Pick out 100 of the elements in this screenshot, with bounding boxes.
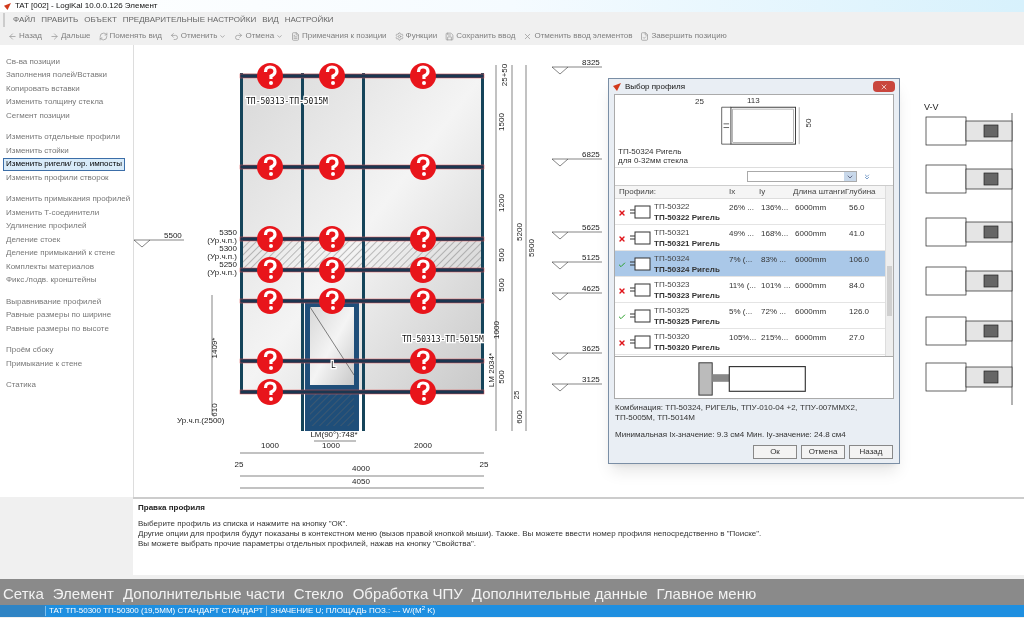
dimension-label: 25 <box>512 390 521 400</box>
small-dimension-label: 25 <box>695 96 704 108</box>
column-header[interactable]: Профили: <box>615 186 729 198</box>
ix-cell-text: 7% (... <box>729 254 754 266</box>
info-text: Вы можете выбрать прочие параметры отдельных профилей, нажав на кнопку "Свойства". <box>138 539 477 549</box>
profile-thumbnail-icon <box>629 308 651 324</box>
dialog-button[interactable]: Ок <box>753 445 797 459</box>
sidebar-item[interactable]: Примыкание к стене <box>3 357 86 371</box>
sidebar-item[interactable]: Изменить примыкания профилей <box>3 192 134 206</box>
sidebar-item[interactable]: Изменить толщину стекла <box>3 95 107 109</box>
ix-cell-text: 49% ... <box>729 228 755 240</box>
sidebar-item[interactable]: Сегмент позиции <box>3 109 73 123</box>
iy-cell-text: 168%... <box>760 228 790 240</box>
question-mark-icon <box>319 288 345 314</box>
ix-cell-text: 5% (... <box>729 306 754 318</box>
profile-name: ТП-50320 Ригель <box>654 343 721 353</box>
sidebar-item[interactable]: Удлинение профилей <box>3 219 90 233</box>
question-mark-icon <box>319 226 345 252</box>
length-cell-text: 6000mm <box>794 306 828 318</box>
level-note: 5300 <box>219 244 237 253</box>
length-cell-text: 6000mm <box>794 228 828 240</box>
profile-code: ТП-50323 <box>654 280 691 289</box>
dimension-label: 5900 <box>527 239 536 257</box>
sidebar-item[interactable]: Статика <box>3 378 39 392</box>
dimension-label: 25 <box>234 460 244 469</box>
sidebar-item[interactable]: Фикс./подв. кронштейны <box>3 273 100 287</box>
menu-item[interactable]: ФАЙЛ <box>13 14 36 26</box>
depth-cell-text: 56.0 <box>848 202 866 214</box>
dimension-label: 1500 <box>497 113 506 131</box>
close-button[interactable] <box>873 81 895 92</box>
sidebar-item[interactable]: Равные размеры по высоте <box>3 322 112 336</box>
sidebar-item[interactable]: Изменить отдельные профили <box>3 130 123 144</box>
column-header[interactable]: Iy <box>759 186 793 198</box>
window-title: TAT [002] - LogiKal 10.0.0.126 Элемент <box>15 1 158 11</box>
dimension-label: 5200 <box>515 223 524 241</box>
left-arrow-icon <box>8 31 17 41</box>
level-label: 4625 <box>582 284 600 293</box>
menu-item[interactable]: ВИД <box>262 14 279 26</box>
bottom-tab[interactable]: Дополнительные данные <box>471 585 648 602</box>
level-note: 5350 <box>219 228 237 237</box>
level-label: 5125 <box>582 253 600 262</box>
scrollbar[interactable] <box>885 186 893 356</box>
search-combobox[interactable] <box>747 171 857 182</box>
bottom-tab[interactable]: Стекло <box>293 585 344 602</box>
bottom-tab[interactable]: Дополнительные части <box>122 585 285 602</box>
level-marker-drawing <box>551 261 603 270</box>
sidebar-item[interactable]: Комплекты материалов <box>3 260 97 274</box>
sidebar-item[interactable]: Заполнения полей/Вставки <box>3 68 110 82</box>
sidebar-item[interactable]: Деление примыканий к стене <box>3 246 119 260</box>
depth-cell-text: 27.0 <box>848 332 866 344</box>
sidebar-item[interactable]: Св-ва позиции <box>3 55 63 69</box>
sidebar-item[interactable]: Изменить профили створок <box>3 171 112 185</box>
question-mark-icon <box>410 257 436 283</box>
column-header[interactable]: Ix <box>729 186 759 198</box>
info-title: Правка профиля <box>138 502 206 514</box>
dialog-button[interactable]: Назад <box>849 445 893 459</box>
bottom-tab[interactable]: Главное меню <box>656 585 757 602</box>
sidebar-item[interactable]: Изменить ригели/ гор. импосты <box>3 157 125 171</box>
level-marker-drawing <box>551 292 603 301</box>
bottom-tab[interactable]: Обработка ЧПУ <box>352 585 463 602</box>
level-note: (Ур.ч.п.) <box>207 252 237 261</box>
menu-item[interactable]: НАСТРОЙКИ <box>284 14 334 26</box>
profile-code: ТП-50320 <box>654 332 691 341</box>
logo-icon <box>613 82 621 91</box>
sidebar-item[interactable]: Изменить стойки <box>3 144 72 158</box>
dialog-button[interactable]: Отмена <box>801 445 845 459</box>
sidebar-item[interactable]: Проём сбоку <box>3 343 57 357</box>
sidebar-item[interactable]: Изменить T-соединители <box>3 206 103 220</box>
column-header[interactable]: Глубина <box>845 186 885 198</box>
level-note: (Ур.ч.п.) <box>207 236 237 245</box>
profile-thumbnail-icon <box>629 282 651 298</box>
sidebar-item[interactable]: Равные размеры по ширине <box>3 308 115 322</box>
document-check-icon <box>640 31 650 41</box>
menu-item[interactable]: ПРЕДВАРИТЕЛЬНЫЕ НАСТРОЙКИ <box>122 14 257 26</box>
sidebar-item[interactable]: Выравнивание профилей <box>3 295 105 309</box>
iy-cell-text: 215%... <box>760 332 790 344</box>
profile-name: ТП-50321 Ригель <box>654 239 721 249</box>
column-header[interactable]: Длина штанги <box>793 186 845 198</box>
iy-cell-text: 83% ... <box>760 254 787 266</box>
menu-item[interactable]: ОБЪЕКТ <box>84 14 117 26</box>
dimension-label: 2000 <box>414 441 432 450</box>
sidebar-item[interactable]: Деление стоек <box>3 233 64 247</box>
level-label: 5625 <box>582 223 600 232</box>
question-mark-icon <box>410 154 436 180</box>
bottom-tab[interactable]: Сетка <box>3 585 44 602</box>
profile-code: ТП-50322 <box>654 202 691 211</box>
sidebar-item[interactable]: Копировать вставки <box>3 82 83 96</box>
level-label: 3625 <box>582 344 600 353</box>
profile-row[interactable]: ТП-50324 ТП-50324 Ригель 7% (... 83% ... 6000mm 106.0 <box>615 251 885 277</box>
dimension-label: 1000 <box>322 441 340 450</box>
menu-item[interactable]: ПРАВИТЬ <box>41 14 79 26</box>
status-text: ТАТ ТП-50300 ТП-50300 (19,5ММ) СТАНДАРТ СТАНДАРТ <box>45 606 267 616</box>
bottom-tab[interactable]: Элемент <box>52 585 114 602</box>
question-mark-icon <box>257 63 283 89</box>
expand-icon[interactable] <box>863 172 871 181</box>
caret-icon <box>276 32 284 40</box>
profile-name: ТП-50325 Ригель <box>654 317 721 327</box>
dimension-label: 25 <box>479 460 489 469</box>
refresh-icon <box>98 31 108 41</box>
dimension-label: 1000 <box>261 441 279 450</box>
